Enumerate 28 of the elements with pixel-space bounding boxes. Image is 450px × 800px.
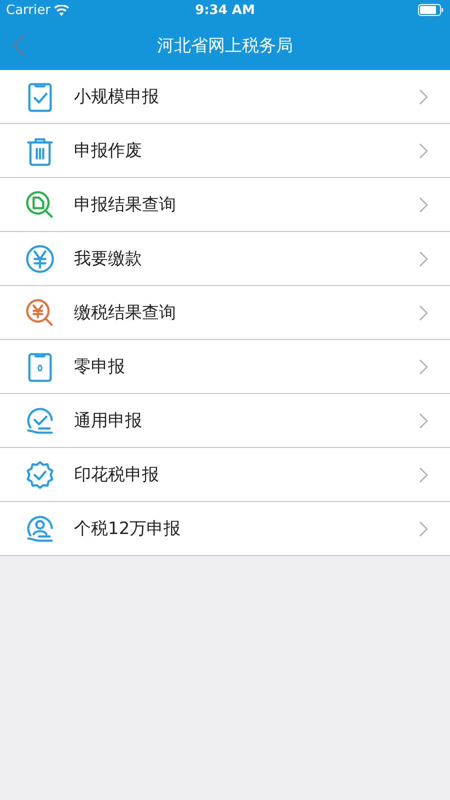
menu-item-label[interactable]: 缴税结果查询 xyxy=(74,301,419,324)
menu-item-label[interactable]: 小规模申报 xyxy=(74,85,419,108)
menu-item-label[interactable]: 我要缴款 xyxy=(74,247,419,270)
yen-search-icon xyxy=(24,296,56,328)
battery-icon xyxy=(418,4,444,16)
wifi-icon xyxy=(54,4,70,16)
menu-item-label[interactable]: 申报结果查询 xyxy=(74,193,419,216)
menu-item-label[interactable]: 印花税申报 xyxy=(74,463,419,486)
yen-icon xyxy=(24,242,56,274)
chevron-icon xyxy=(419,142,428,158)
menu-item-label[interactable]: 个税12万申报 xyxy=(74,517,419,540)
carrier-label: Carrier xyxy=(6,2,50,18)
back-icon[interactable] xyxy=(12,33,26,57)
menu-item-label[interactable]: 零申报 xyxy=(74,355,419,378)
chevron-icon xyxy=(419,466,428,482)
badge-check-icon xyxy=(24,458,56,490)
chevron-icon xyxy=(419,520,428,536)
chevron-icon xyxy=(419,412,428,428)
menu-item-label[interactable]: 申报作废 xyxy=(74,139,419,162)
chevron-icon xyxy=(419,358,428,374)
page-title: 河北省网上税务局 xyxy=(157,34,293,56)
chevron-icon xyxy=(419,88,428,104)
search-icon xyxy=(24,188,56,220)
menu-item-label[interactable]: 通用申报 xyxy=(74,409,419,432)
status-time: 9:34 AM xyxy=(195,2,255,18)
chevron-icon xyxy=(419,250,428,266)
chevron-icon xyxy=(419,196,428,212)
chevron-icon xyxy=(419,304,428,320)
